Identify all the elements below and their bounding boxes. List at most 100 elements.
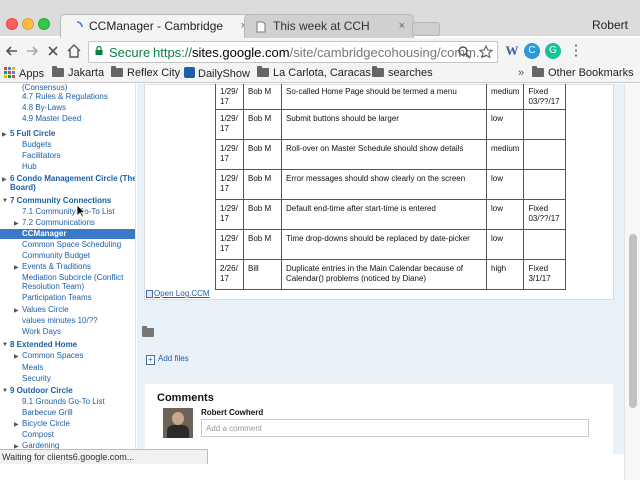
sidebar-item[interactable]: Barbecue Grill [22,408,73,418]
forward-icon[interactable] [23,42,41,60]
star-icon[interactable] [479,45,493,59]
scrollbar-thumb[interactable] [629,234,637,408]
sidebar-item[interactable]: Bicycle Circle [22,419,70,429]
log-embed: 1/29/ 17 Bob M So-called Home Page should … [144,84,614,300]
sidebar-item[interactable]: 9.1 Grounds Go-To List [22,397,105,407]
bookmark-apps[interactable]: Apps [4,67,44,80]
profile-name[interactable]: Robert [592,18,628,32]
bookmark-la-carlota[interactable]: La Carlota, Caracas [257,66,371,79]
issue-log-table: 1/29/ 17 Bob M So-called Home Page should … [215,84,567,290]
tab-ccmanager[interactable]: CCManager - Cambridge Coho × [60,14,256,38]
url-text[interactable]: https://sites.google.com/site/cambridgec… [153,45,487,60]
bookmark-label: searches [388,67,433,79]
close-window-button[interactable] [6,18,18,30]
comments-section: Comments Robert Cowherd [145,384,613,454]
sidebar-item[interactable]: Security [22,374,51,384]
table-cell-date: 1/29/ 17 [215,199,244,230]
expand-right-arrow-icon[interactable]: ▶ [14,264,19,271]
bookmark-jakarta[interactable]: Jakarta [52,66,104,79]
address-bar[interactable]: Secure https://sites.google.com/site/cam… [88,41,498,63]
search-icon[interactable] [457,45,471,59]
browser-title-bar: CCManager - Cambridge Coho × This week a… [0,0,640,38]
sidebar-item[interactable]: Compost [22,430,54,440]
sidebar-item[interactable]: Facilitators [22,151,61,161]
table-cell-desc: Error messages should show clearly on th… [281,169,487,200]
table-cell-by: Bob M [243,84,282,110]
loading-status-bar: Waiting for clients6.google.com... [0,449,208,464]
sidebar-item[interactable]: Board) [10,183,36,193]
bookmark-searches[interactable]: searches [372,66,433,79]
lock-icon [95,46,103,55]
table-cell-date: 1/29/ 17 [215,109,244,140]
sidebar-item[interactable]: Work Days [22,327,61,337]
expand-right-arrow-icon[interactable]: ▶ [2,131,7,138]
bookmark-dailyshow[interactable]: DailyShow [184,67,250,80]
home-icon[interactable] [65,42,83,60]
table-cell-priority: low [485,229,525,260]
sidebar-item[interactable]: values minutes 10/?? [22,316,98,326]
expand-right-arrow-icon[interactable]: ▶ [14,353,19,360]
sidebar-item[interactable]: Resolution Team) [22,282,84,292]
sidebar-item[interactable]: 7 Community Connections [10,196,111,206]
mouse-cursor-icon [76,204,86,218]
sidebar-item[interactable]: Common Space Scheduling [22,240,121,250]
table-row: 1/29/ 17 Bob M Submit buttons should be la… [215,109,567,140]
bookmark-reflex-city[interactable]: Reflex City [111,66,181,79]
expand-right-arrow-icon[interactable]: ▶ [14,307,19,314]
new-tab-button[interactable] [412,22,440,36]
sidebar-item[interactable]: Events & Traditions [22,262,91,272]
table-cell-desc: Duplicate entries in the Main Calendar b… [281,259,487,290]
menu-icon[interactable]: ⋮ [567,42,585,60]
table-row: 1/29/ 17 Bob M Roll-over on Master Schedul… [215,139,567,170]
apps-grid-icon [4,67,15,78]
add-icon: + [146,355,155,365]
expand-down-arrow-icon[interactable]: ▼ [2,198,8,204]
expand-right-arrow-icon[interactable]: ▶ [2,176,7,183]
page-scrollbar[interactable] [624,84,640,480]
sync-extension-icon[interactable]: C [524,43,540,59]
add-files-button[interactable]: + Add files [146,354,189,365]
browser-toolbar: Secure https://sites.google.com/site/cam… [0,38,640,66]
sidebar-item[interactable]: Community Budget [22,251,90,261]
stop-icon[interactable] [44,42,62,60]
sidebar-item[interactable]: 4.9 Master Deed [22,114,81,124]
sidebar-item[interactable]: 9 Outdoor Circle [10,386,73,396]
sidebar-item[interactable]: Common Spaces [22,351,83,361]
table-cell-date: 2/26/ 17 [215,259,244,290]
table-cell-date: 1/29/ 17 [215,139,244,170]
grammarly-extension-icon[interactable]: G [545,43,561,59]
sidebar-item[interactable]: Budgets [22,140,51,150]
other-bookmarks[interactable]: Other Bookmarks [532,66,634,79]
add-comment-input[interactable] [201,419,589,437]
wikipedia-extension-icon[interactable]: W [503,42,521,60]
sidebar-item[interactable]: 5 Full Circle [10,129,55,139]
minimize-window-button[interactable] [22,18,34,30]
sidebar-item[interactable]: Meals [22,363,43,373]
tab-this-week[interactable]: This week at CCH × [244,14,414,38]
sidebar-item[interactable]: 4.7 Rules & Regulations [22,92,108,102]
bookmarks-overflow-chevron-icon[interactable]: » [518,67,524,79]
table-cell-priority: low [485,169,525,200]
open-log-link[interactable]: Open Log.CCM [154,289,210,298]
table-cell-status [523,229,567,260]
sidebar-item[interactable]: 7.2 Communications [22,218,95,228]
tab-close-icon[interactable]: × [399,20,405,32]
sidebar-item[interactable]: CCManager [0,229,135,239]
folder-icon [111,66,123,77]
sidebar-item[interactable]: Participation Teams [22,293,92,303]
sidebar-item[interactable]: 7.1 Community Go-To List [22,207,114,217]
zoom-window-button[interactable] [38,18,50,30]
expand-right-arrow-icon[interactable]: ▶ [14,220,19,227]
expand-down-arrow-icon[interactable]: ▼ [2,342,8,348]
sidebar-item[interactable]: 4.8 By-Laws [22,103,66,113]
table-row: 1/29/ 17 Bob M Time drop-downs should be r… [215,229,567,260]
back-icon[interactable] [3,42,21,60]
expand-down-arrow-icon[interactable]: ▼ [2,388,8,394]
bookmark-label: Reflex City [127,67,181,79]
sidebar-item[interactable]: Hub [22,162,37,172]
table-row: 2/26/ 17 Bill Duplicate entries in the Mai… [215,259,567,290]
table-cell-by: Bob M [243,109,282,140]
sidebar-item[interactable]: 8 Extended Home [10,340,77,350]
sidebar-item[interactable]: Values Circle [22,305,69,315]
expand-right-arrow-icon[interactable]: ▶ [14,421,19,428]
